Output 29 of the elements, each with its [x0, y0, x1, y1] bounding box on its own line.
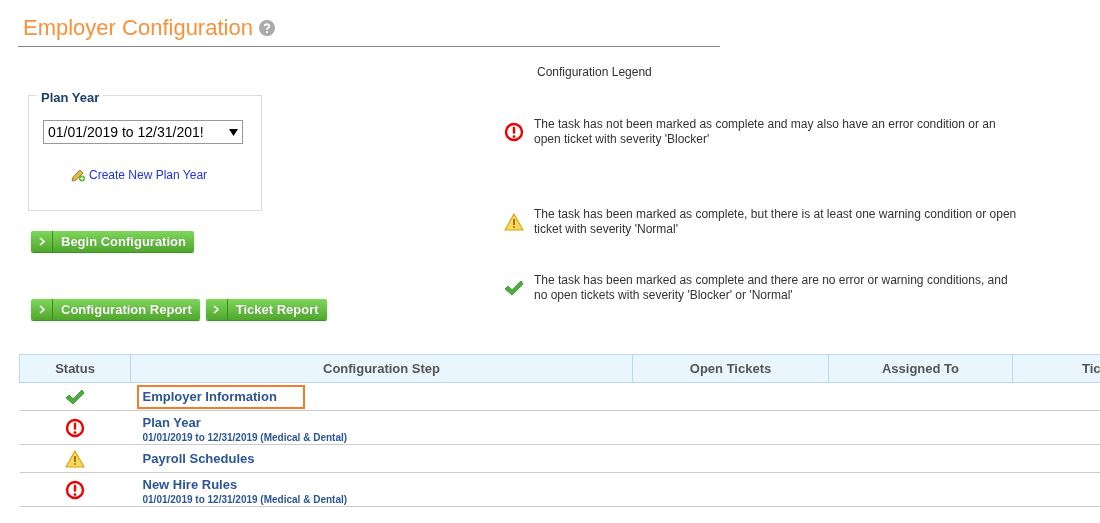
checkmark-icon [65, 388, 85, 405]
step-detail: 01/01/2019 to 12/31/2019 (Medical & Dental) [141, 432, 349, 445]
warning-icon [504, 213, 524, 232]
step-link[interactable]: Payroll Schedules [136, 446, 283, 471]
chevron-icon [38, 237, 45, 247]
legend-text: The task has been marked as complete and there are no error or warning conditions, and no open tickets with severity 'Blocker' or 'Normal' [534, 273, 1009, 304]
plan-year-dropdown[interactable]: 01/01/2019 to 12/31/201! [43, 120, 243, 145]
step-detail: 01/01/2019 to 12/31/2019 (Medical & Dental) [141, 494, 349, 507]
chevron-icon [38, 305, 45, 315]
column-header: Open Tickets [632, 354, 829, 383]
error-icon [65, 479, 85, 500]
checkmark-icon [504, 280, 524, 297]
page-title: Employer Configuration [23, 16, 253, 41]
create-plan-year-link[interactable]: Create New Plan Year [71, 166, 208, 185]
column-header: Configuration Step [130, 354, 633, 383]
legend-text: The task has been marked as complete, but there is at least one warning condition or open ticket with severity 'Normal' [534, 207, 1018, 238]
legend-title: Configuration Legend [537, 64, 653, 82]
help-icon[interactable] [258, 20, 275, 37]
error-icon [504, 122, 524, 143]
column-header: Status [19, 354, 131, 383]
chevron-icon [213, 305, 220, 315]
pencil-icon [71, 168, 86, 182]
error-icon [65, 417, 85, 438]
step-link[interactable]: Employer Information [136, 384, 305, 409]
column-header: Assigned To [828, 354, 1013, 383]
legend-text: The task has not been marked as complete and may also have an error condition or an open ticket with severity 'Blocker' [534, 117, 997, 148]
warning-icon [65, 449, 85, 468]
dropdown-arrow-icon [229, 128, 238, 136]
column-header: Tic [1012, 354, 1100, 383]
